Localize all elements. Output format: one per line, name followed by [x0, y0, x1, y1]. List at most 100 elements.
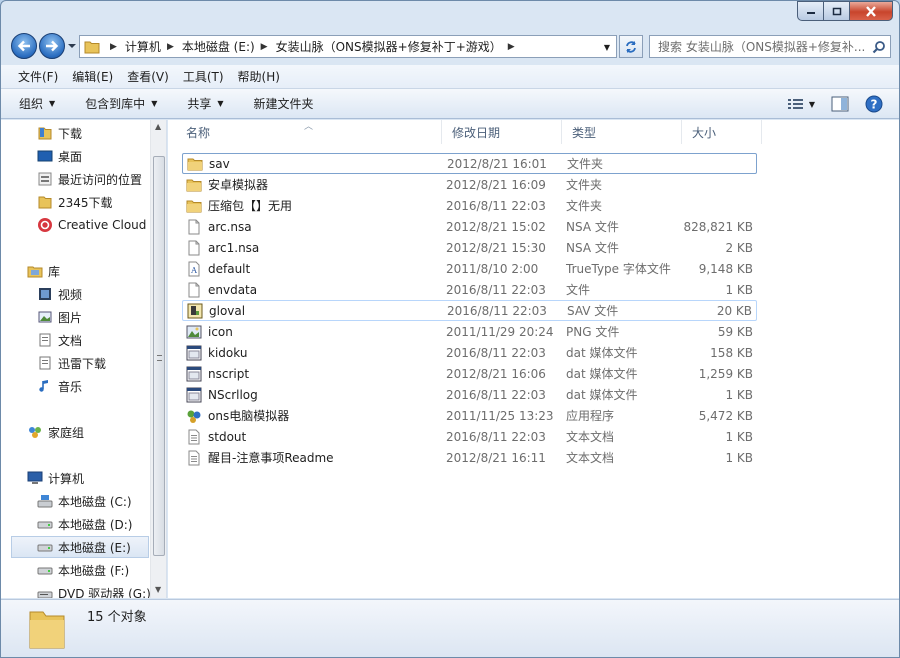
help-button[interactable]: ?: [865, 95, 883, 113]
breadcrumb-current-folder[interactable]: 女装山脉（ONS模拟器+修复补丁+游戏）: [276, 38, 502, 55]
column-date-modified[interactable]: 修改日期: [442, 120, 562, 144]
new-folder-button[interactable]: 新建文件夹: [254, 95, 314, 112]
video-icon: [39, 288, 51, 300]
nav-item-drive-e[interactable]: 本地磁盘 (E:): [11, 536, 149, 558]
nav-item-computer[interactable]: 计算机: [27, 467, 149, 489]
recent-pages-dropdown-icon[interactable]: [67, 41, 77, 51]
breadcrumb-drive-e[interactable]: 本地磁盘 (E:): [182, 38, 255, 55]
nav-item-homegroup[interactable]: 家庭组: [27, 421, 149, 443]
close-button[interactable]: [849, 1, 893, 21]
file-row[interactable]: 安卓模拟器 2012/8/21 16:09 文件夹: [182, 174, 757, 195]
svg-text:?: ?: [871, 98, 878, 112]
nav-scrollbar[interactable]: ▲ ▼: [150, 120, 166, 598]
breadcrumb-label: 女装山脉（ONS模拟器+修复补丁+游戏）: [275, 40, 502, 54]
back-button[interactable]: [11, 33, 37, 59]
nav-item-videos[interactable]: 视频: [37, 283, 149, 305]
organize-button[interactable]: 组织 ▼: [19, 95, 55, 112]
address-dropdown-icon[interactable]: ▼: [604, 43, 610, 52]
hard-drive-icon: [37, 544, 53, 552]
file-name: icon: [208, 324, 233, 339]
search-input[interactable]: 搜索 女装山脉（ONS模拟器+修复补...: [649, 35, 891, 58]
file-row[interactable]: NScrllog 2016/8/11 22:03 dat 媒体文件 1 KB: [182, 384, 757, 405]
file-date: 2012/8/21 16:06: [446, 366, 546, 381]
file-date: 2012/8/21 15:30: [446, 240, 546, 255]
svg-text:A: A: [190, 266, 197, 275]
scroll-down-icon[interactable]: ▼: [155, 585, 161, 594]
file-list-pane: ︿ 名称 修改日期 类型 大小 sav 2012/8/21 16:01 文件夹 安卓模…: [168, 120, 899, 598]
column-size[interactable]: 大小: [682, 120, 762, 144]
nav-label: 下载: [58, 126, 83, 141]
file-row[interactable]: arc1.nsa 2012/8/21 15:30 NSA 文件 2 KB: [182, 237, 757, 258]
file-type: dat 媒体文件: [566, 388, 638, 402]
file-row[interactable]: 压缩包【】无用 2016/8/11 22:03 文件夹: [182, 195, 757, 216]
maximize-button[interactable]: [823, 1, 849, 21]
forward-button[interactable]: [39, 33, 65, 59]
view-options-button[interactable]: ▼: [787, 98, 815, 110]
breadcrumb-separator-icon[interactable]: ▶: [508, 42, 515, 52]
nav-item-recent-places[interactable]: 最近访问的位置: [37, 168, 149, 190]
file-row[interactable]: icon 2011/11/29 20:24 PNG 文件 59 KB: [182, 321, 757, 342]
include-library-button[interactable]: 包含到库中 ▼: [85, 95, 157, 112]
breadcrumb-computer[interactable]: 计算机: [125, 38, 161, 55]
nav-item-desktop[interactable]: 桌面: [37, 145, 149, 167]
file-row[interactable]: 醒目-注意事项Readme 2012/8/21 16:11 文本文档 1 KB: [182, 447, 757, 468]
refresh-button[interactable]: [619, 35, 643, 58]
chevron-down-icon: ▼: [49, 99, 56, 108]
share-button[interactable]: 共享 ▼: [187, 95, 223, 112]
share-label: 共享: [187, 97, 212, 111]
column-type[interactable]: 类型: [562, 120, 682, 144]
column-name[interactable]: ︿ 名称: [168, 120, 442, 144]
arrow-right-icon: [46, 40, 59, 52]
menu-help[interactable]: 帮助(H): [231, 68, 287, 85]
chevron-down-icon: ▼: [808, 99, 815, 109]
document-icon: [39, 333, 51, 347]
breadcrumb-separator-icon[interactable]: ▶: [167, 42, 174, 52]
preview-pane-button[interactable]: [831, 96, 849, 112]
nav-item-downloads[interactable]: 下载: [37, 122, 149, 144]
nav-item-drive-d[interactable]: 本地磁盘 (D:): [37, 513, 149, 535]
nav-item-drive-f[interactable]: 本地磁盘 (F:): [37, 559, 149, 581]
nav-item-creative-cloud[interactable]: Creative Cloud: [37, 214, 149, 236]
menu-file[interactable]: 文件(F): [11, 68, 65, 85]
nav-item-libraries[interactable]: 库: [27, 260, 149, 282]
menu-edit[interactable]: 编辑(E): [65, 68, 120, 85]
nav-label: 文档: [58, 333, 83, 348]
file-row[interactable]: gloval 2016/8/11 22:03 SAV 文件 20 KB: [182, 300, 757, 321]
file-row[interactable]: envdata 2016/8/11 22:03 文件 1 KB: [182, 279, 757, 300]
file-row[interactable]: stdout 2016/8/11 22:03 文本文档 1 KB: [182, 426, 757, 447]
file-name: 安卓模拟器: [208, 178, 269, 192]
file-icon: [186, 282, 202, 298]
file-size: 20 KB: [716, 303, 752, 318]
file-row[interactable]: arc.nsa 2012/8/21 15:02 NSA 文件 828,821 KB: [182, 216, 757, 237]
scroll-up-icon[interactable]: ▲: [155, 122, 161, 131]
nav-item-documents[interactable]: 文档: [37, 329, 149, 351]
file-row[interactable]: ons电脑模拟器 2011/11/25 13:23 应用程序 5,472 KB: [182, 405, 757, 426]
file-row[interactable]: Adefault 2011/8/10 2:00 TrueType 字体文件 9,148…: [182, 258, 757, 279]
nav-item-music[interactable]: 音乐: [37, 375, 149, 397]
address-bar[interactable]: ▶ 计算机 ▶ 本地磁盘 (E:) ▶ 女装山脉（ONS模拟器+修复补丁+游戏）…: [79, 35, 617, 58]
nav-item-xunlei-downloads[interactable]: 迅雷下载: [37, 352, 149, 374]
file-date: 2011/11/25 13:23: [446, 408, 554, 423]
file-row[interactable]: kidoku 2016/8/11 22:03 dat 媒体文件 158 KB: [182, 342, 757, 363]
nav-label: 本地磁盘 (E:): [58, 540, 131, 555]
breadcrumb-separator-icon[interactable]: ▶: [110, 42, 117, 52]
file-row[interactable]: nscript 2012/8/21 16:06 dat 媒体文件 1,259 KB: [182, 363, 757, 384]
menu-tools[interactable]: 工具(T): [176, 68, 231, 85]
breadcrumb-separator-icon[interactable]: ▶: [261, 42, 268, 52]
scrollbar-thumb[interactable]: [153, 156, 165, 556]
file-date: 2012/8/21 16:11: [446, 450, 546, 465]
file-type: dat 媒体文件: [566, 367, 638, 381]
search-icon[interactable]: [872, 40, 886, 54]
minimize-button[interactable]: [797, 1, 823, 21]
column-label: 大小: [692, 125, 717, 140]
nav-item-drive-c[interactable]: 本地磁盘 (C:): [37, 490, 149, 512]
nav-item-dvd-drive-g[interactable]: DVD 驱动器 (G:): [37, 582, 151, 598]
nav-label: 计算机: [48, 471, 85, 486]
application-icon: [186, 408, 202, 424]
file-size: 1 KB: [725, 429, 753, 444]
nav-item-pictures[interactable]: 图片: [37, 306, 149, 328]
file-row[interactable]: sav 2012/8/21 16:01 文件夹: [182, 153, 757, 174]
nav-item-2345-downloads[interactable]: 2345下载: [37, 191, 149, 213]
menu-view[interactable]: 查看(V): [120, 68, 176, 85]
file-type: 文件夹: [566, 178, 603, 192]
